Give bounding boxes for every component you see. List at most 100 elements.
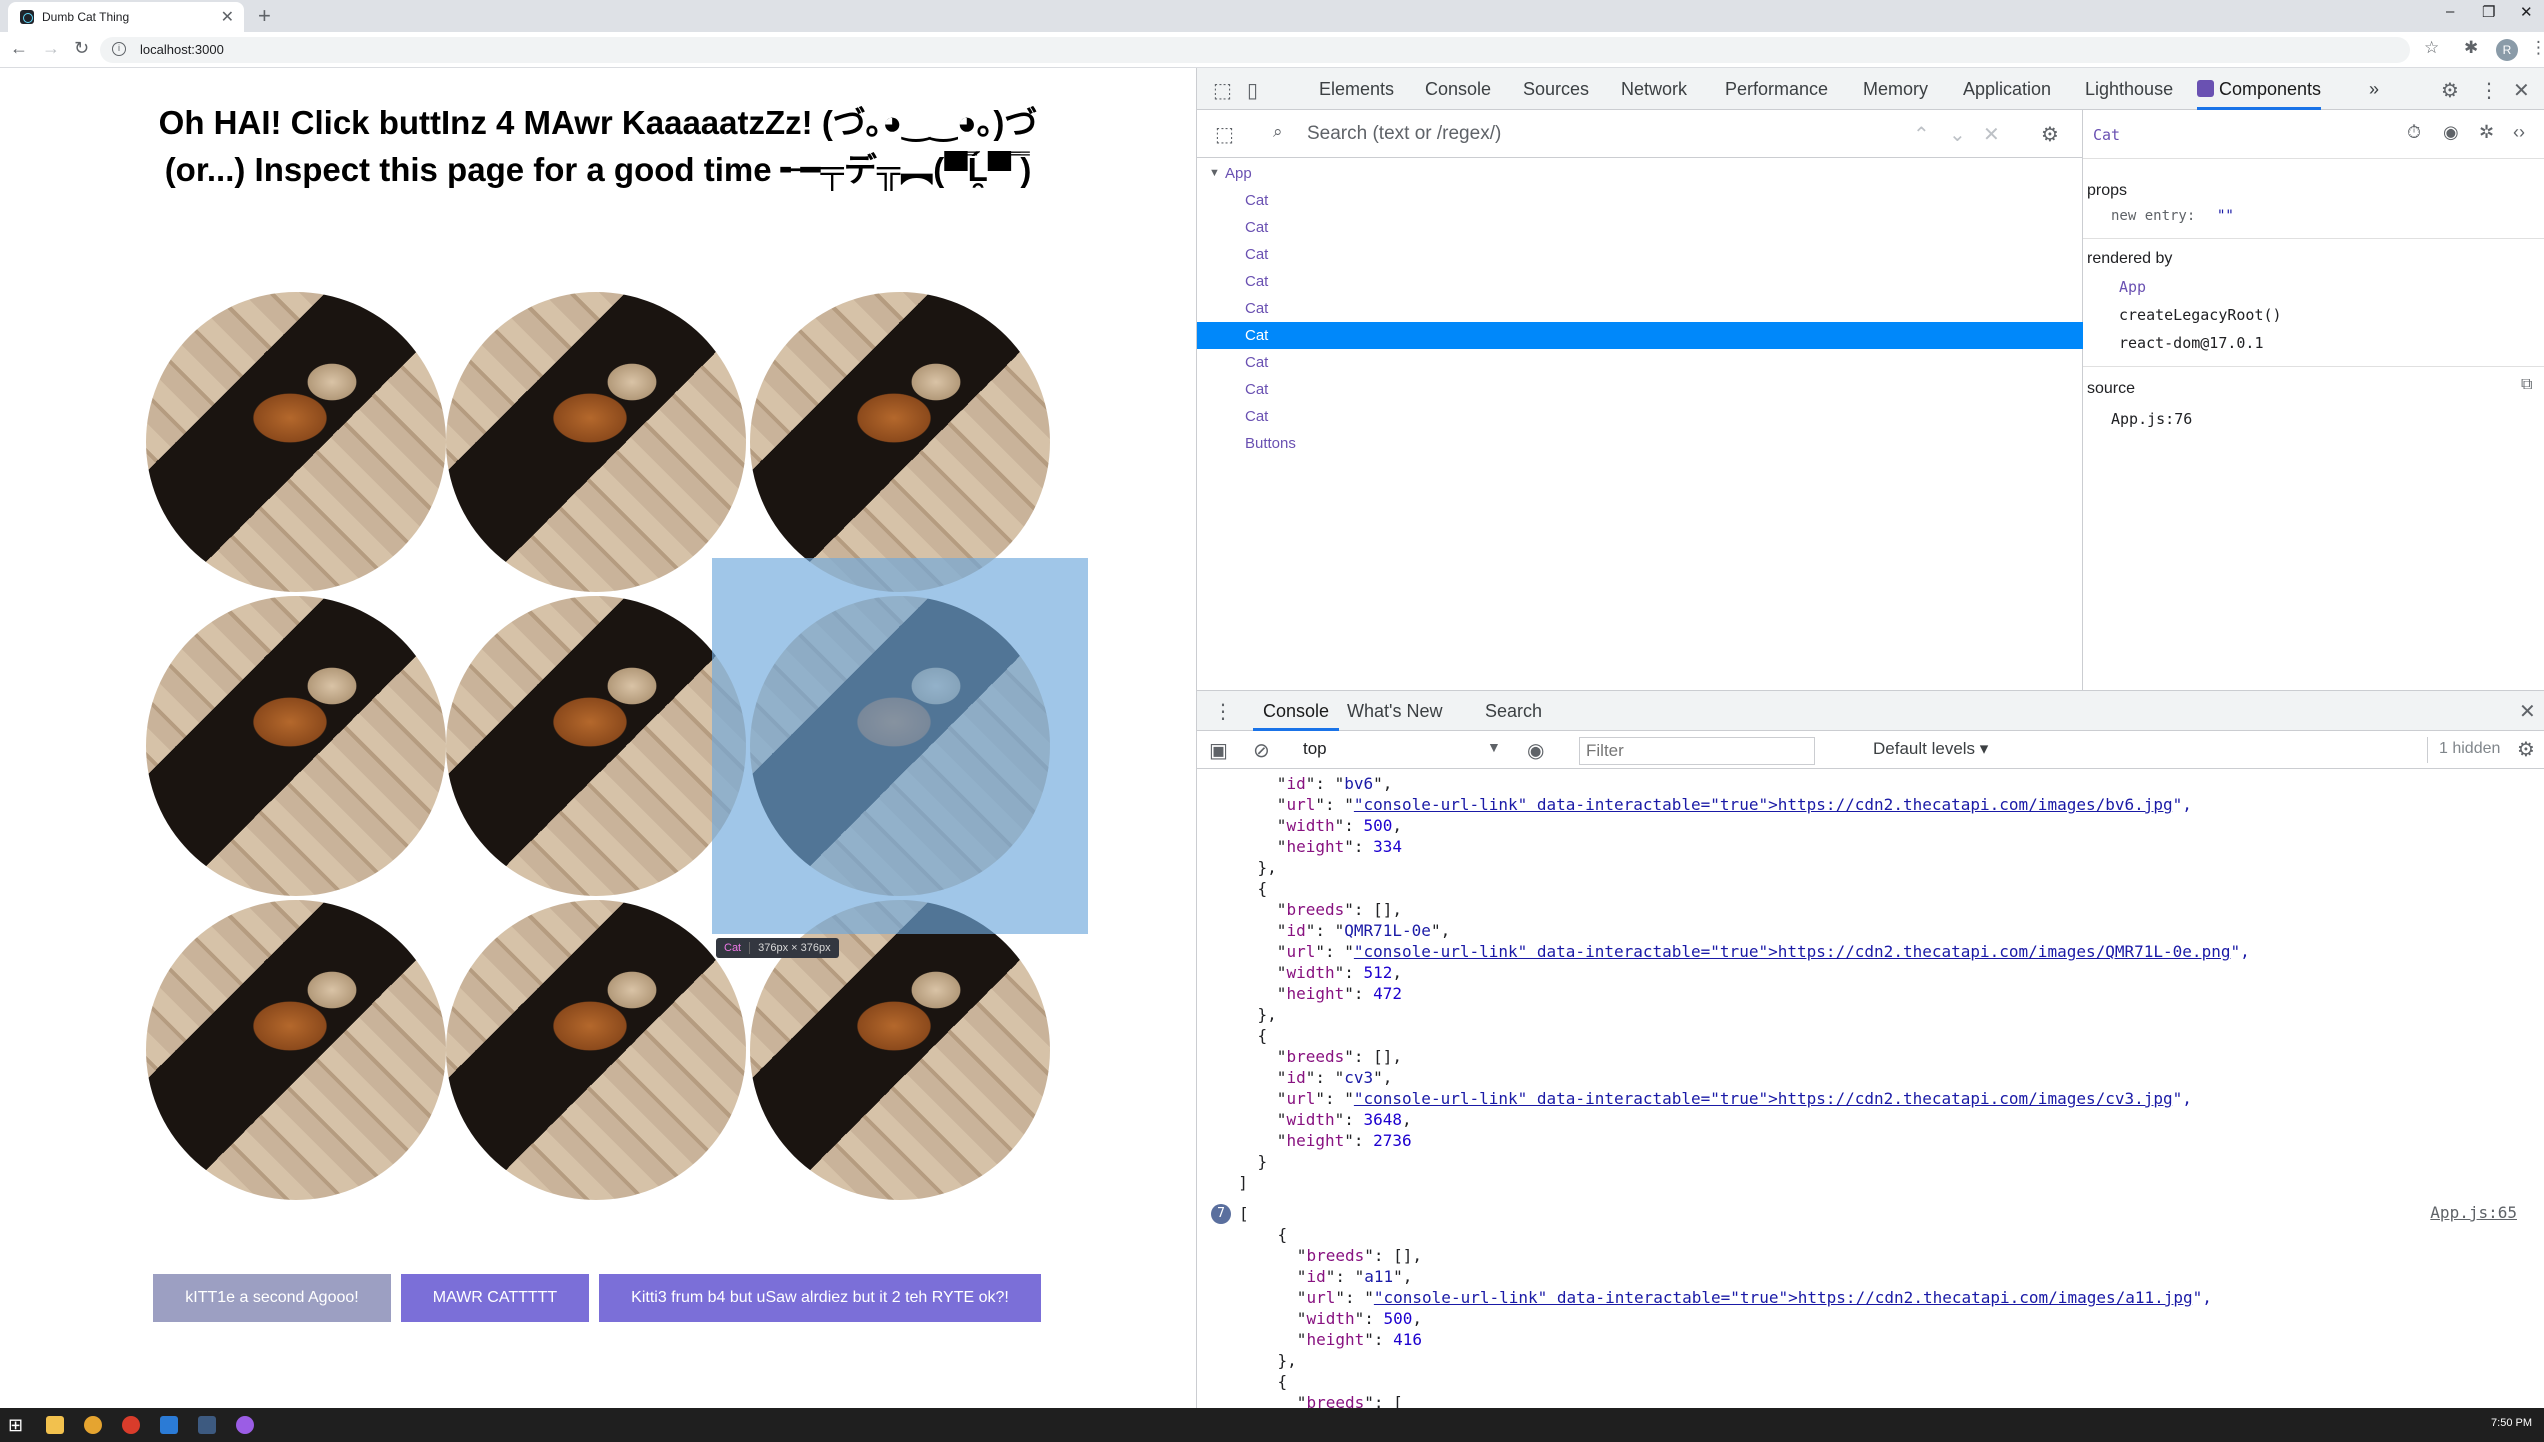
extensions-puzzle-icon[interactable]: ✱: [2464, 38, 2478, 58]
device-toolbar-icon[interactable]: ▯: [1247, 78, 1258, 103]
chrome-icon[interactable]: [84, 1416, 102, 1434]
source-location[interactable]: App.js:76: [2111, 410, 2192, 428]
components-settings-icon[interactable]: ⚙: [2041, 122, 2059, 147]
tree-item-cat[interactable]: Cat: [1197, 295, 2083, 322]
previous-kitten-button[interactable]: kITT1e a second Agooo!: [153, 1274, 391, 1322]
page-viewport: Oh HAI! Click buttInz 4 MAwr KaaaaatzZz!…: [0, 68, 1196, 1408]
console-source-link[interactable]: App.js:65: [2430, 1203, 2517, 1222]
cat-image[interactable]: [750, 292, 1050, 592]
back-arrow-icon[interactable]: ←: [10, 38, 28, 59]
cat-image[interactable]: [446, 900, 746, 1200]
cat-image[interactable]: [146, 292, 446, 592]
tree-item-cat[interactable]: Cat: [1197, 349, 2083, 376]
tab-performance[interactable]: Performance: [1725, 68, 1828, 110]
inspect-highlight-overlay: [712, 558, 1088, 934]
log-levels-dropdown[interactable]: Default levels ▾: [1873, 739, 1988, 759]
previous-result-icon[interactable]: ⌃: [1913, 122, 1930, 147]
profile-avatar[interactable]: R: [2496, 39, 2518, 61]
drawer-tab-whats-new[interactable]: What's New: [1347, 691, 1442, 731]
vscode-icon[interactable]: [160, 1416, 178, 1434]
tab-memory[interactable]: Memory: [1863, 68, 1928, 110]
console-filter-input[interactable]: [1580, 738, 1814, 764]
app-icon[interactable]: [198, 1416, 216, 1434]
file-explorer-icon[interactable]: [46, 1416, 64, 1434]
close-drawer-icon[interactable]: ✕: [2519, 699, 2536, 724]
eye-icon[interactable]: ◉: [2443, 122, 2459, 143]
os-taskbar: ⊞ 7:50 PM: [0, 1408, 2544, 1442]
view-source-icon[interactable]: ‹›: [2513, 122, 2525, 143]
prop-value[interactable]: "": [2217, 208, 2234, 224]
component-inspector-pane: Cat ⏱ ◉ ✲ ‹› props new entry: "" rendere…: [2083, 110, 2544, 690]
tab-components[interactable]: Components: [2197, 68, 2322, 110]
cat-image[interactable]: [446, 596, 746, 896]
live-expression-eye-icon[interactable]: ◉: [1527, 738, 1544, 763]
stopwatch-icon[interactable]: ⏱: [2407, 122, 2421, 143]
next-kitten-button[interactable]: Kitti3 frum b4 but uSaw alrdiez but it 2…: [599, 1274, 1041, 1322]
tab-elements[interactable]: Elements: [1319, 68, 1394, 110]
clear-search-icon[interactable]: ✕: [1983, 122, 2000, 147]
app-icon[interactable]: [236, 1416, 254, 1434]
tree-item-cat[interactable]: Cat: [1197, 214, 2083, 241]
tree-item-cat[interactable]: Cat: [1197, 376, 2083, 403]
app-icon[interactable]: [122, 1416, 140, 1434]
tree-item-cat[interactable]: Cat: [1197, 403, 2083, 430]
bug-icon[interactable]: ✲: [2479, 122, 2494, 143]
tab-application[interactable]: Application: [1963, 68, 2051, 110]
restore-button[interactable]: ❐: [2482, 3, 2495, 21]
devtools-menu-icon[interactable]: ⋮: [2479, 78, 2499, 103]
browser-menu-icon[interactable]: ⋮: [2530, 38, 2544, 58]
tree-item-cat[interactable]: Cat: [1197, 241, 2083, 268]
tab-close-icon[interactable]: ✕: [221, 7, 234, 27]
drawer-tab-search[interactable]: Search: [1485, 691, 1542, 731]
react-components-icon: [2197, 80, 2214, 97]
tree-item-app[interactable]: ▼ App: [1197, 160, 2083, 187]
cat-image[interactable]: [446, 292, 746, 592]
console-line: "url": ""console-url-link" data-interact…: [1219, 795, 2192, 814]
new-tab-button[interactable]: +: [258, 3, 271, 29]
context-select[interactable]: top: [1303, 739, 1327, 759]
tab-network[interactable]: Network: [1621, 68, 1687, 110]
components-tree-pane: ⬚ ⌕ Search (text or /regex/) ⌃ ⌄ ✕ ⚙ ▼ Ap…: [1197, 110, 2083, 690]
clear-console-icon[interactable]: ⊘: [1253, 738, 1270, 763]
console-toolbar: ▣ ⊘ top ▼ ◉ Default levels ▾ 1 hidden ⚙: [1197, 731, 2544, 769]
close-window-button[interactable]: ✕: [2520, 3, 2533, 21]
prop-key[interactable]: new entry:: [2111, 208, 2195, 224]
drawer-tab-console[interactable]: Console: [1253, 691, 1340, 731]
tree-item-cat[interactable]: Cat: [1197, 322, 2083, 349]
browser-tab[interactable]: Dumb Cat Thing ✕: [8, 2, 244, 32]
cat-image[interactable]: [146, 900, 446, 1200]
forward-arrow-icon[interactable]: →: [42, 38, 60, 59]
more-cats-button[interactable]: MAWR CATTTTT: [401, 1274, 589, 1322]
expand-caret-icon[interactable]: ▼: [1209, 160, 1220, 187]
url-text[interactable]: localhost:3000: [140, 42, 224, 57]
reload-icon[interactable]: ↻: [74, 38, 89, 59]
close-devtools-icon[interactable]: ✕: [2513, 78, 2530, 103]
show-sidebar-icon[interactable]: ▣: [1209, 738, 1228, 763]
components-search-input[interactable]: Search (text or /regex/): [1307, 123, 1501, 145]
windows-start-icon[interactable]: ⊞: [8, 1415, 23, 1436]
inspect-element-icon[interactable]: ⬚: [1213, 78, 1232, 103]
</span: "console-url-link" data-interactable="tr…: [1353, 1089, 2173, 1108]
select-element-icon[interactable]: ⬚: [1215, 122, 1234, 147]
tree-item-buttons[interactable]: Buttons: [1197, 430, 2083, 457]
minimize-button[interactable]: –: [2446, 3, 2454, 20]
next-result-icon[interactable]: ⌄: [1949, 122, 1966, 147]
context-dropdown-icon[interactable]: ▼: [1487, 739, 1501, 755]
tab-console[interactable]: Console: [1425, 68, 1491, 110]
cat-image[interactable]: [146, 596, 446, 896]
omnibox[interactable]: i localhost:3000: [100, 37, 2410, 63]
console-settings-icon[interactable]: ⚙: [2517, 737, 2535, 762]
tree-item-cat[interactable]: Cat: [1197, 187, 2083, 214]
more-tabs-button[interactable]: »: [2369, 68, 2379, 110]
tab-sources[interactable]: Sources: [1523, 68, 1589, 110]
console-line: "breeds": [],: [1219, 900, 1403, 919]
console-filter[interactable]: [1579, 737, 1815, 765]
settings-gear-icon[interactable]: ⚙: [2441, 78, 2459, 103]
bookmark-star-icon[interactable]: ☆: [2424, 38, 2439, 58]
tree-item-cat[interactable]: Cat: [1197, 268, 2083, 295]
tab-lighthouse[interactable]: Lighthouse: [2085, 68, 2173, 110]
drawer-menu-icon[interactable]: ⋮: [1213, 699, 1233, 724]
rendered-by-app[interactable]: App: [2119, 278, 2146, 296]
site-info-icon[interactable]: i: [112, 42, 126, 56]
copy-source-icon[interactable]: ⧉: [2521, 376, 2532, 394]
